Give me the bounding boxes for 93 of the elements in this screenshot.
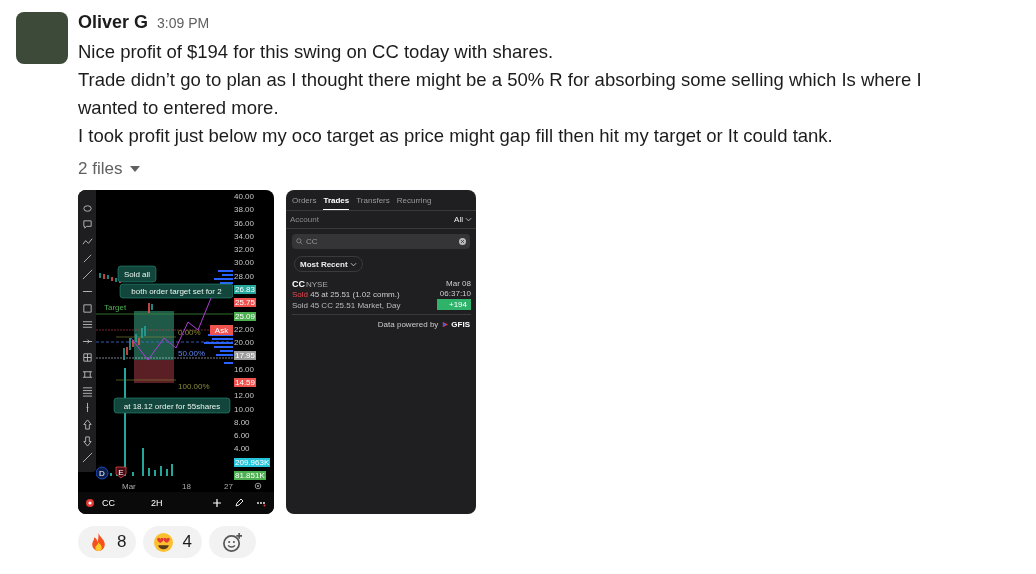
account-label: Account (290, 215, 319, 224)
message-text: Nice profit of $194 for this swing on CC today with shares. (78, 40, 555, 64)
ellipse-tool-icon[interactable] (81, 202, 93, 214)
segment-icon[interactable] (81, 452, 93, 464)
range-lines-icon[interactable] (81, 369, 93, 381)
add-reaction-button[interactable] (208, 526, 256, 558)
price-tag: 26.83 (234, 284, 257, 294)
callout-bubble: both order target set for 2 (119, 283, 233, 299)
price-label: 32.00 (234, 245, 255, 255)
price-label: 22.00 (234, 324, 255, 334)
trade-time: 06:37:10 (439, 289, 471, 298)
price-label: 4.00 (234, 444, 250, 454)
ruler-lines-icon[interactable] (81, 385, 93, 397)
price-tag: 81.851K (234, 470, 266, 480)
up-arrow-icon[interactable] (81, 418, 93, 430)
callout-bubble: Sold all (117, 265, 157, 283)
price-label: 36.00 (234, 218, 255, 228)
reaction-button[interactable]: 4 (143, 526, 202, 558)
plus-icon[interactable] (212, 498, 222, 508)
search-text: CC (306, 237, 319, 246)
add-reaction-icon (221, 531, 243, 553)
attribution-text: Data powered by (377, 320, 439, 329)
ray-line-icon[interactable] (81, 269, 93, 281)
tab[interactable]: Trades (323, 194, 350, 210)
price-tag: 17.95 (234, 351, 257, 361)
price-label: 6.00 (234, 431, 250, 441)
dividend-marker[interactable]: D (96, 466, 109, 480)
price-label: 8.00 (234, 417, 250, 427)
price-label: 38.00 (234, 205, 255, 215)
symbol-button[interactable]: CC (102, 498, 115, 508)
speech-bubble-icon[interactable] (81, 219, 93, 231)
price-label: 20.00 (234, 338, 255, 348)
price-label: 40.00 (234, 192, 255, 201)
ask-tag: Ask (210, 325, 233, 335)
date-label: Mar (122, 481, 137, 491)
chevron-icon (465, 217, 472, 222)
trend-line-icon[interactable] (81, 252, 93, 264)
caret-icon (130, 166, 141, 172)
chart-screenshot[interactable] (78, 190, 274, 514)
avatar-photo-placeholder[interactable] (16, 12, 68, 64)
author-name[interactable]: Oliver G (78, 12, 149, 33)
trade-detail: 45 at 25.51 (1.02 comm.) (310, 290, 400, 299)
date-label: 27 (224, 481, 234, 491)
price-tag: 209.963K (234, 457, 271, 467)
level-label: 50.00% (178, 349, 206, 358)
exchange-label: NYSE (306, 280, 328, 289)
rectangle-tool-icon[interactable] (81, 302, 93, 314)
down-arrow-icon[interactable] (81, 435, 93, 447)
heart-eyes-face-icon (153, 531, 175, 553)
search-icon (296, 238, 303, 245)
parallel-lines-icon[interactable] (81, 319, 93, 331)
price-label: 28.00 (234, 271, 255, 281)
trade-description: Sold 45 CC 25.51 Market, Day (292, 301, 401, 310)
trade-date: Mar 08 (446, 279, 471, 288)
message-text: Trade didn’t go to plan as I thought there might be a 50% R for absorbing some selling which Is where I wanted to entered more. (78, 68, 923, 120)
play-logo-icon (442, 321, 450, 328)
trade-side: Sold (292, 290, 308, 299)
tab[interactable]: Orders (292, 194, 317, 210)
price-tag: 25.09 (234, 311, 257, 321)
price-label: 34.00 (234, 231, 255, 241)
price-label: 16.00 (234, 364, 255, 374)
search-field[interactable]: CC (292, 234, 470, 249)
loss-zone (134, 360, 174, 383)
pen-icon[interactable] (234, 498, 244, 508)
brand-logo-text: GFIS (451, 320, 470, 329)
level-label: 100.00% (178, 382, 210, 391)
settings-icon[interactable] (254, 482, 262, 490)
interval-button[interactable]: 2H (151, 498, 163, 508)
chevron-icon (349, 261, 357, 267)
trade-row[interactable]: CCNYSE Sold 45 at 25.51 (1.02 comm.) Sold 45 CC 25.51 Market, Day Mar 08 06:37:10 +194 (292, 279, 471, 315)
tab[interactable]: Transfers (356, 194, 390, 210)
files-toggle[interactable]: 2 files (78, 158, 141, 180)
price-label: 10.00 (234, 404, 255, 414)
message-text: I took profit just below my oco target as price might gap fill then hit my target or It could tank. (78, 124, 834, 148)
target-label: Target (104, 303, 127, 312)
callout-bubble: at 18.12 order for 55shares (113, 397, 231, 414)
clear-icon[interactable] (459, 238, 466, 245)
earnings-marker[interactable]: E (115, 466, 127, 479)
price-label: 12.00 (234, 391, 255, 401)
stock-logo-icon (86, 499, 94, 507)
price-tag: 25.75 (234, 298, 257, 308)
message-time[interactable]: 3:09 PM (157, 15, 210, 31)
reaction-button[interactable]: 8 (78, 526, 137, 558)
trade-symbol: CC (292, 279, 305, 289)
date-label: 18 (182, 481, 192, 491)
grid-icon[interactable] (81, 352, 93, 364)
price-label: 30.00 (234, 258, 255, 268)
account-filter[interactable]: All (454, 215, 472, 224)
tab[interactable]: Recurring (396, 194, 432, 210)
trades-screenshot[interactable]: Orders Trades Transfers Recurring Account All CC Most Recent CCNYSE Sold 45 at 25.51 (1.02 comm.) Sold 45 CC 25.51 Market, Day Mar 08 06:37:10 +194 Data powered by GFIS (286, 190, 476, 514)
price-tag: 14.59 (234, 377, 257, 387)
profit-badge: +194 (436, 299, 471, 310)
zigzag-line-icon[interactable] (81, 236, 93, 248)
